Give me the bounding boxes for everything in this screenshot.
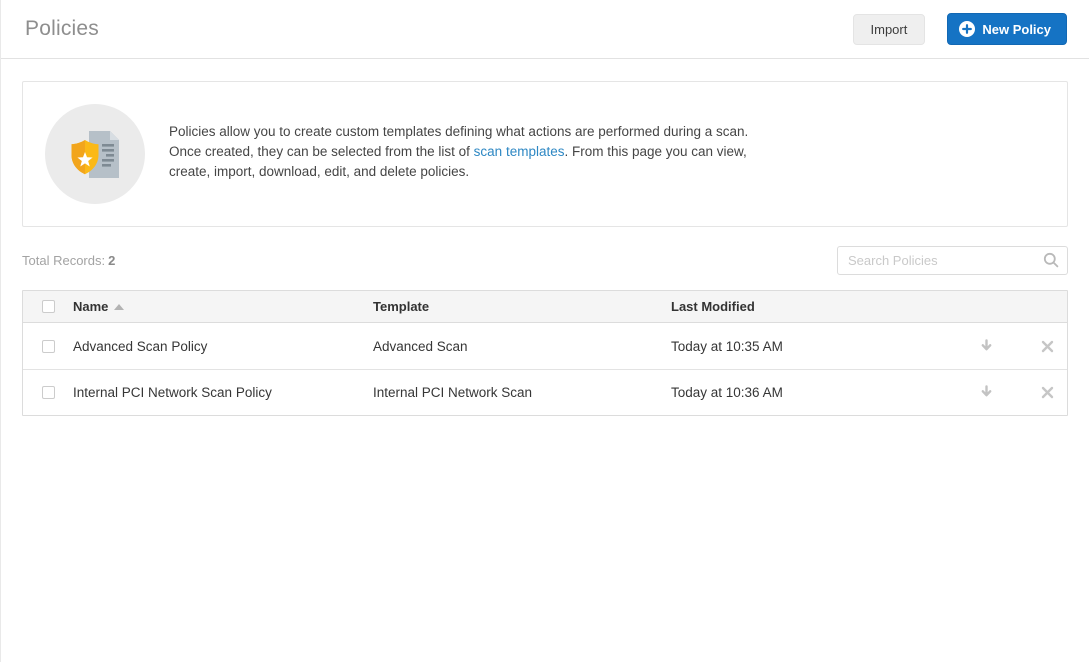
policy-name-cell[interactable]: Internal PCI Network Scan Policy xyxy=(73,385,373,400)
header-actions: Import New Policy xyxy=(853,13,1067,45)
header-checkbox-cell xyxy=(23,300,73,313)
import-button[interactable]: Import xyxy=(853,14,926,45)
column-header-name-label: Name xyxy=(73,299,108,314)
new-policy-label: New Policy xyxy=(982,23,1051,36)
delete-x-icon[interactable] xyxy=(1040,339,1055,354)
policies-info-box: Policies allow you to create custom temp… xyxy=(22,81,1068,227)
policies-table: Name Template Last Modified Advanced Sca… xyxy=(22,290,1068,416)
search-input[interactable] xyxy=(837,246,1068,275)
delete-x-icon[interactable] xyxy=(1040,385,1055,400)
download-icon[interactable] xyxy=(979,339,994,354)
column-header-name[interactable]: Name xyxy=(73,299,373,314)
plus-circle-icon xyxy=(959,21,975,37)
table-toolbar: Total Records:2 xyxy=(22,246,1068,275)
new-policy-button[interactable]: New Policy xyxy=(947,13,1067,45)
row-checkbox[interactable] xyxy=(42,340,55,353)
total-records-label: Total Records: xyxy=(22,253,105,268)
column-header-template[interactable]: Template xyxy=(373,299,671,314)
table-row[interactable]: Internal PCI Network Scan Policy Interna… xyxy=(23,369,1067,415)
sort-ascending-icon xyxy=(114,304,124,310)
row-actions xyxy=(967,339,1067,354)
scan-templates-link[interactable]: scan templates xyxy=(474,144,565,159)
search-icon[interactable] xyxy=(1043,252,1059,268)
page-header: Policies Import New Policy xyxy=(1,0,1089,59)
total-records-value: 2 xyxy=(108,253,115,268)
column-header-last-modified[interactable]: Last Modified xyxy=(671,299,967,314)
policy-last-modified-cell: Today at 10:35 AM xyxy=(671,339,967,354)
row-actions xyxy=(967,385,1067,400)
content-area: Policies allow you to create custom temp… xyxy=(1,81,1089,416)
policies-description: Policies allow you to create custom temp… xyxy=(169,122,784,182)
select-all-checkbox[interactable] xyxy=(42,300,55,313)
policy-name-cell[interactable]: Advanced Scan Policy xyxy=(73,339,373,354)
row-checkbox-cell xyxy=(23,340,73,353)
policy-last-modified-cell: Today at 10:36 AM xyxy=(671,385,967,400)
policy-shield-document-icon xyxy=(45,104,145,204)
row-checkbox-cell xyxy=(23,386,73,399)
row-checkbox[interactable] xyxy=(42,386,55,399)
page-title: Policies xyxy=(25,17,99,41)
policy-template-cell: Internal PCI Network Scan xyxy=(373,385,671,400)
download-icon[interactable] xyxy=(979,385,994,400)
table-header-row: Name Template Last Modified xyxy=(23,291,1067,323)
search-box xyxy=(837,246,1068,275)
table-row[interactable]: Advanced Scan Policy Advanced Scan Today… xyxy=(23,323,1067,369)
policy-template-cell: Advanced Scan xyxy=(373,339,671,354)
total-records: Total Records:2 xyxy=(22,253,115,268)
